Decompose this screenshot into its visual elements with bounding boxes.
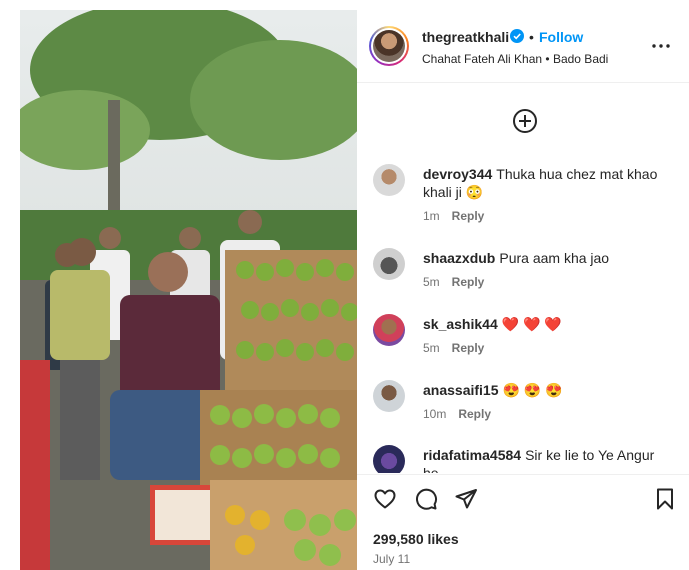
- comment-text: Pura aam kha jao: [499, 250, 610, 266]
- comment-time: 10m: [423, 407, 447, 421]
- comment-meta: 5m Reply: [423, 275, 496, 289]
- comment-item: shaazxdub Pura aam kha jao 5m Reply: [357, 248, 689, 308]
- comment-item: devroy344 Thuka hua chez mat khao khali j…: [357, 164, 689, 224]
- comment-item: sk_ashik44 ❤️ ❤️ ❤️ 5m Reply: [357, 314, 689, 374]
- avatar[interactable]: [373, 164, 405, 196]
- comment-item: anassaifi15 😍 😍 😍 10m Reply: [357, 380, 689, 440]
- avatar[interactable]: [373, 314, 405, 346]
- likes-count[interactable]: 299,580 likes: [373, 531, 459, 547]
- comment-meta: 1m Reply: [423, 209, 496, 223]
- paper-plane-icon[interactable]: [454, 487, 478, 511]
- comment-body: shaazxdub Pura aam kha jao: [423, 249, 673, 267]
- comment-body: devroy344 Thuka hua chez mat khao khali j…: [423, 165, 673, 201]
- comment-username[interactable]: shaazxdub: [423, 250, 495, 266]
- comment-username[interactable]: sk_ashik44: [423, 316, 498, 332]
- comment-text: ❤️ ❤️ ❤️: [501, 316, 562, 332]
- comment-icon[interactable]: [414, 487, 438, 511]
- more-options-icon[interactable]: [649, 34, 673, 58]
- comment-time: 1m: [423, 209, 440, 223]
- reply-button[interactable]: Reply: [452, 341, 485, 355]
- comment-time: 5m: [423, 275, 440, 289]
- avatar[interactable]: [373, 445, 405, 473]
- avatar[interactable]: [369, 26, 409, 66]
- heart-icon[interactable]: [373, 487, 397, 511]
- post-side-panel: thegreatkhali • Follow Chahat Fateh Ali …: [357, 10, 689, 570]
- plus-circle-icon[interactable]: [512, 108, 538, 134]
- audio-attribution[interactable]: Chahat Fateh Ali Khan • Bado Badi: [422, 52, 608, 66]
- avatar[interactable]: [373, 248, 405, 280]
- action-bar: [357, 474, 689, 515]
- comment-item: ridafatima4584 Sir ke lie to Ye Angur he: [357, 445, 689, 473]
- reply-button[interactable]: Reply: [458, 407, 491, 421]
- reply-button[interactable]: Reply: [452, 209, 485, 223]
- comment-meta: 10m Reply: [423, 407, 503, 421]
- post-username[interactable]: thegreatkhali: [422, 29, 509, 45]
- comment-body: sk_ashik44 ❤️ ❤️ ❤️: [423, 315, 673, 333]
- comment-username[interactable]: ridafatima4584: [423, 447, 521, 463]
- comment-time: 5m: [423, 341, 440, 355]
- post-date[interactable]: July 11: [373, 552, 410, 566]
- separator-dot: •: [529, 29, 534, 45]
- comment-username[interactable]: anassaifi15: [423, 382, 499, 398]
- follow-button[interactable]: Follow: [539, 29, 583, 45]
- comment-body: ridafatima4584 Sir ke lie to Ye Angur he: [423, 446, 673, 473]
- comment-username[interactable]: devroy344: [423, 166, 492, 182]
- comment-body: anassaifi15 😍 😍 😍: [423, 381, 673, 399]
- avatar[interactable]: [373, 380, 405, 412]
- comment-text: 😍 😍 😍: [502, 382, 563, 398]
- post-header: thegreatkhali • Follow Chahat Fateh Ali …: [357, 10, 689, 83]
- reply-button[interactable]: Reply: [452, 275, 485, 289]
- verified-badge-icon: [510, 29, 524, 43]
- comment-meta: 5m Reply: [423, 341, 496, 355]
- bookmark-icon[interactable]: [653, 487, 677, 511]
- post-image[interactable]: [20, 10, 357, 570]
- mango-stall-photo: [20, 10, 357, 570]
